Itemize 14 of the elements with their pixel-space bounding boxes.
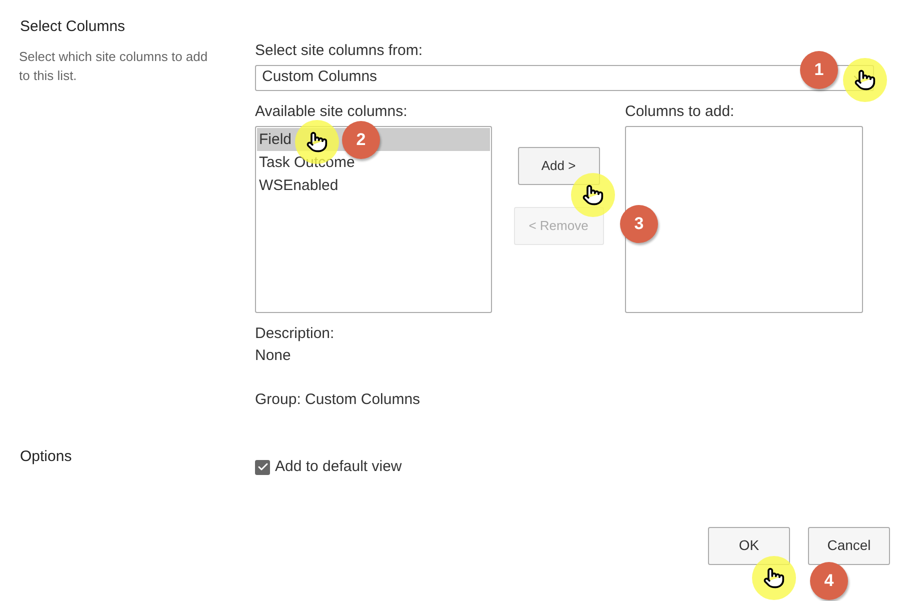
step-badge: 1: [800, 51, 838, 89]
step-badge: 4: [810, 562, 848, 600]
checkbox-label: Add to default view: [275, 457, 402, 477]
section-title: Select Columns: [20, 17, 126, 37]
field-label: Available site columns:: [255, 102, 408, 122]
step-badge: 3: [620, 205, 658, 243]
field-label: Select site columns from:: [255, 41, 424, 61]
section-title: Options: [20, 447, 73, 467]
section-description: Select which site columns to add to this list.: [19, 48, 209, 84]
description-label: Description:: [255, 324, 336, 344]
field-label: Columns to add:: [625, 102, 736, 122]
description-value: None: [255, 346, 292, 366]
step-badge: 2: [342, 121, 380, 159]
group-text: Group: Custom Columns: [255, 390, 422, 410]
